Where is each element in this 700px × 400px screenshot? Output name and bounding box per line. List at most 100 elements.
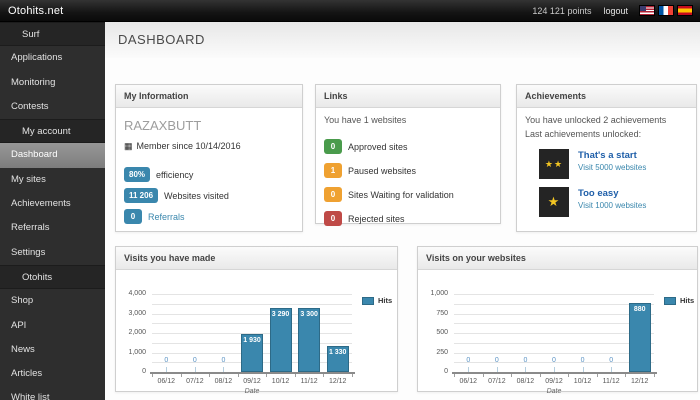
zero-tick [525, 367, 527, 372]
link-row-paused-websites: 1 Paused websites [324, 163, 492, 178]
sidebar-item-monitoring[interactable]: Monitoring [0, 71, 105, 95]
sidebar-item-achievements[interactable]: Achievements [0, 192, 105, 216]
chart-legend-hits[interactable]: Hits [362, 296, 392, 305]
link-label-approved-sites: Approved sites [348, 141, 408, 152]
zero-value-label: 0 [221, 357, 226, 364]
achievements-list: ★★ That's a start Visit 5000 websites ★ Too … [539, 149, 688, 217]
achievement-stars-icon: ★★ [539, 149, 569, 179]
gridline [152, 294, 352, 295]
zero-tick [496, 367, 498, 372]
bar-value-label: 3 290 [271, 310, 290, 318]
sidebar-item-my-sites[interactable]: My sites [0, 168, 105, 192]
gridline [454, 333, 654, 334]
language-switcher [640, 6, 692, 15]
x-axis-title: Date [244, 388, 260, 395]
x-axis-title: Date [546, 388, 562, 395]
achievement-that-s-a-start: ★★ That's a start Visit 5000 websites [539, 149, 688, 179]
link-row-rejected-sites: 0 Rejected sites [324, 211, 492, 226]
link-label-paused-websites: Paused websites [348, 165, 417, 176]
achievement-desc-that-s-a-start: Visit 5000 websites [578, 163, 647, 172]
stat-badge-efficiency: 80% [124, 167, 151, 182]
gridline [454, 352, 654, 354]
zero-tick [468, 367, 470, 372]
sidebar-item-applications[interactable]: Applications [0, 46, 105, 70]
chart-legend-hits[interactable]: Hits [664, 296, 694, 305]
gridline [152, 323, 352, 325]
zero-tick [223, 367, 225, 372]
bar-value-label: 1 330 [328, 349, 347, 357]
logout-link[interactable]: logout [603, 6, 628, 16]
link-label-sites-waiting-for-validation: Sites Waiting for validation [348, 189, 454, 200]
zero-tick [611, 367, 613, 372]
sidebar-item-my-account[interactable]: My account [0, 119, 105, 144]
legend-swatch-icon [362, 296, 374, 305]
visits-received-chart-panel: Visits on your websites 0 250 500 750 1,000 0… [417, 246, 698, 395]
axis-tick [539, 374, 541, 377]
achievement-desc-too-easy: Visit 1000 websites [578, 201, 647, 210]
bar-value-label: 3 300 [300, 310, 318, 318]
stat-label-efficiency: efficiency [156, 169, 194, 180]
brand-logo[interactable]: Otohits.net [8, 5, 63, 17]
link-label-rejected-sites: Rejected sites [348, 213, 405, 224]
gridline [152, 313, 352, 315]
link-count-paused-websites: 1 [324, 163, 342, 178]
my-information-panel-title: My Information [116, 85, 302, 108]
bar-11/12: 3 300 [298, 307, 321, 372]
zero-value-label: 0 [609, 357, 614, 364]
stat-label-websites-visited: Websites visited [164, 190, 229, 201]
sidebar-item-otohits[interactable]: Otohits [0, 264, 105, 290]
axis-tick [294, 374, 296, 377]
stat-row-efficiency: 80% efficiency [124, 167, 294, 182]
stat-label-referrals[interactable]: Referrals [148, 212, 185, 222]
sidebar-item-shop[interactable]: Shop [0, 289, 105, 313]
sidebar-item-contests[interactable]: Contests [0, 95, 105, 119]
visits-received-chart: 0 250 500 750 1,000 0 06/12 0 07/12 0 08/12 0 09/12 0… [418, 270, 697, 395]
link-row-sites-waiting-for-validation: 0 Sites Waiting for validation [324, 187, 492, 202]
sidebar-item-surf[interactable]: Surf [0, 22, 105, 47]
links-list: 0 Approved sites 1 Paused websites 0 Sites Wa… [324, 139, 492, 226]
sidebar-item-news[interactable]: News [0, 338, 105, 362]
legend-label: Hits [680, 296, 695, 305]
gridline [454, 313, 654, 315]
gridline [152, 303, 352, 305]
sidebar-item-dashboard[interactable]: Dashboard [0, 143, 105, 168]
axis-tick [237, 374, 239, 377]
achievement-stars-icon: ★ [539, 187, 569, 217]
zero-value-label: 0 [494, 357, 499, 364]
link-count-rejected-sites: 0 [324, 211, 342, 226]
points-balance: 124 121 points [532, 5, 592, 16]
gridline [454, 323, 654, 325]
fr-flag-icon[interactable] [659, 6, 673, 15]
zero-tick [194, 367, 196, 372]
y-axis-label: 0 [142, 368, 146, 375]
zero-tick [582, 367, 584, 372]
gridline [454, 294, 654, 295]
axis-tick [482, 374, 484, 377]
legend-label: Hits [378, 296, 393, 305]
y-axis-label: 750 [436, 309, 448, 317]
achievement-text: That's a start Visit 5000 websites [578, 149, 646, 172]
axis-tick [511, 374, 513, 377]
page-header: DASHBOARD [105, 22, 700, 58]
es-flag-icon[interactable] [678, 6, 692, 15]
sidebar-item-articles[interactable]: Articles [0, 362, 105, 386]
member-since-text: Member since 10/14/2016 [136, 141, 241, 151]
us-flag-icon[interactable] [640, 6, 654, 15]
axis-tick [568, 374, 570, 377]
achievement-title-that-s-a-start[interactable]: That's a start [578, 150, 646, 161]
bar-12/12: 880 [628, 303, 651, 372]
achievement-title-too-easy[interactable]: Too easy [578, 188, 646, 199]
visits-received-chart-title: Visits on your websites [418, 247, 697, 270]
page-title: DASHBOARD [118, 32, 205, 47]
sidebar-item-settings[interactable]: Settings [0, 241, 105, 265]
axis-tick [209, 374, 211, 377]
zero-value-label: 0 [164, 357, 169, 364]
bar-09/12: 1 930 [241, 334, 263, 372]
achievements-panel: Achievements You have unlocked 2 achieve… [516, 84, 697, 232]
sidebar-item-api[interactable]: API [0, 314, 105, 338]
gridline [454, 342, 654, 344]
sidebar-item-white-list[interactable]: White list [0, 386, 105, 400]
zero-value-label: 0 [523, 357, 528, 364]
achievement-too-easy: ★ Too easy Visit 1000 websites [539, 187, 688, 217]
sidebar-item-referrals[interactable]: Referrals [0, 216, 105, 240]
